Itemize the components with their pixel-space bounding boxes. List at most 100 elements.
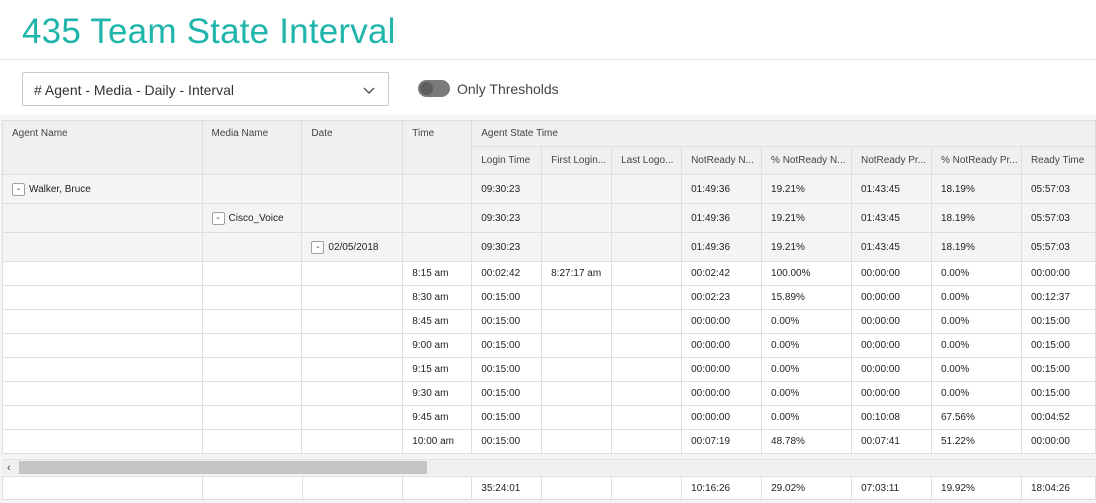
cell: 0.00% (761, 333, 852, 358)
cell: 00:00:00 (1020, 429, 1096, 454)
cell: 00:10:08 (851, 405, 932, 430)
totals-row: 35:24:01 10:16:26 29.02% 07:03:11 19.92%… (2, 476, 1096, 500)
table-row: 9:00 am 00:15:00 00:00:00 0.00% 00:00:00 0.00… (2, 333, 1096, 358)
scroll-left-icon[interactable]: ‹ (7, 462, 11, 474)
col-pct-notready-pr[interactable]: % NotReady Pr... (930, 146, 1022, 175)
agent-group-row: - Walker, Bruce 09:30:23 01:49:36 19.21% … (2, 174, 1096, 204)
collapse-media-button[interactable]: - (211, 211, 225, 225)
report-view-select[interactable]: # Agent - Media - Daily - Interval (22, 72, 389, 106)
cell: 0.00% (930, 261, 1022, 286)
date-cell: -02/05/2018 (301, 232, 404, 262)
col-media-name[interactable]: Media Name (201, 120, 303, 175)
col-ready-time[interactable]: Ready Time (1020, 146, 1096, 175)
col-agent-name[interactable]: Agent Name (2, 120, 203, 175)
total-cell: 18:04:26 (1020, 476, 1096, 500)
col-last-logout[interactable]: Last Logo... (611, 146, 683, 175)
total-cell: 19.92% (931, 476, 1022, 500)
cell: 05:57:03 (1020, 232, 1096, 262)
cell: 8:27:17 am (541, 261, 613, 286)
table-row: 8:45 am 00:15:00 00:00:00 0.00% 00:00:00 0.00… (2, 309, 1096, 334)
cell: 00:02:42 (681, 261, 763, 286)
time-cell: 10:00 am (402, 429, 473, 454)
cell: 19.21% (761, 232, 852, 262)
cell (611, 429, 683, 454)
time-cell: 9:15 am (402, 357, 473, 382)
cell: 00:00:00 (851, 261, 932, 286)
table-row: 8:30 am 00:15:00 00:02:23 15.89% 00:00:00 0.0… (2, 285, 1096, 310)
cell: 51.22% (930, 429, 1022, 454)
time-cell: 8:15 am (402, 261, 473, 286)
cell: 0.00% (930, 357, 1022, 382)
cell: 01:43:45 (851, 203, 932, 233)
report-grid: Agent Name Media Name Date Time Agent St… (2, 120, 1096, 454)
only-thresholds-toggle[interactable] (418, 80, 450, 97)
col-group-agent-state-time: Agent State Time (471, 120, 1096, 147)
col-first-login[interactable]: First Login... (541, 146, 613, 175)
cell (611, 174, 683, 204)
cell: 00:00:00 (851, 309, 932, 334)
col-date[interactable]: Date (301, 120, 404, 175)
title-divider (0, 59, 1096, 60)
media-group-row: - Cisco_Voice 09:30:23 01:49:36 19.21% 01… (2, 203, 1096, 233)
cell: 00:04:52 (1020, 405, 1096, 430)
cell: 19.21% (761, 174, 852, 204)
cell: 00:15:00 (471, 309, 543, 334)
cell: 00:12:37 (1020, 285, 1096, 310)
agent-cell: - Walker, Bruce (2, 174, 203, 204)
col-notready-pr[interactable]: NotReady Pr... (851, 146, 932, 175)
col-pct-notready-n[interactable]: % NotReady N... (761, 146, 852, 175)
time-cell: 9:30 am (402, 381, 473, 406)
media-cell: - Cisco_Voice (201, 203, 303, 233)
cell: 00:15:00 (471, 405, 543, 430)
cell (541, 285, 613, 310)
cell (541, 203, 613, 233)
cell: 00:00:00 (851, 381, 932, 406)
cell: 00:15:00 (471, 285, 543, 310)
cell: 00:00:00 (851, 285, 932, 310)
cell: 0.00% (930, 285, 1022, 310)
cell: 00:07:19 (681, 429, 763, 454)
cell: 18.19% (930, 203, 1022, 233)
cell: 00:02:42 (471, 261, 543, 286)
cell: 00:15:00 (1020, 309, 1096, 334)
cell (541, 232, 613, 262)
cell: 00:15:00 (471, 333, 543, 358)
cell: 15.89% (761, 285, 852, 310)
cell: 00:00:00 (681, 381, 763, 406)
cell (611, 285, 683, 310)
table-row: 9:15 am 00:15:00 00:00:00 0.00% 00:00:00 0.00… (2, 357, 1096, 382)
cell: 0.00% (761, 357, 852, 382)
cell (541, 357, 613, 382)
cell: 01:49:36 (681, 203, 763, 233)
collapse-agent-button[interactable]: - (12, 182, 25, 196)
cell: 48.78% (761, 429, 852, 454)
cell: 01:49:36 (681, 174, 763, 204)
total-cell (611, 476, 683, 500)
toggle-knob (420, 82, 433, 95)
collapse-date-button[interactable]: - (311, 240, 325, 254)
col-notready-n[interactable]: NotReady N... (681, 146, 763, 175)
cell: 09:30:23 (471, 174, 543, 204)
total-cell: 35:24:01 (471, 476, 543, 500)
cell: 00:00:00 (851, 357, 932, 382)
cell: 00:00:00 (681, 357, 763, 382)
cell: 09:30:23 (471, 203, 543, 233)
cell: 00:00:00 (1020, 261, 1096, 286)
table-row: 9:30 am 00:15:00 00:00:00 0.00% 00:00:00 0.00… (2, 381, 1096, 406)
cell: 00:15:00 (471, 357, 543, 382)
col-login-time[interactable]: Login Time (471, 146, 543, 175)
scrollbar-thumb[interactable] (19, 461, 427, 474)
cell (611, 261, 683, 286)
cell: 0.00% (761, 405, 852, 430)
cell: 05:57:03 (1020, 203, 1096, 233)
time-cell: 8:45 am (402, 309, 473, 334)
col-time[interactable]: Time (402, 120, 473, 175)
chevron-down-icon (363, 87, 375, 95)
cell (611, 309, 683, 334)
cell (541, 429, 613, 454)
cell: 00:15:00 (1020, 381, 1096, 406)
media-name: Cisco_Voice (228, 212, 284, 224)
horizontal-scrollbar[interactable]: ‹ (2, 459, 1096, 475)
cell (611, 381, 683, 406)
cell: 00:07:41 (851, 429, 932, 454)
